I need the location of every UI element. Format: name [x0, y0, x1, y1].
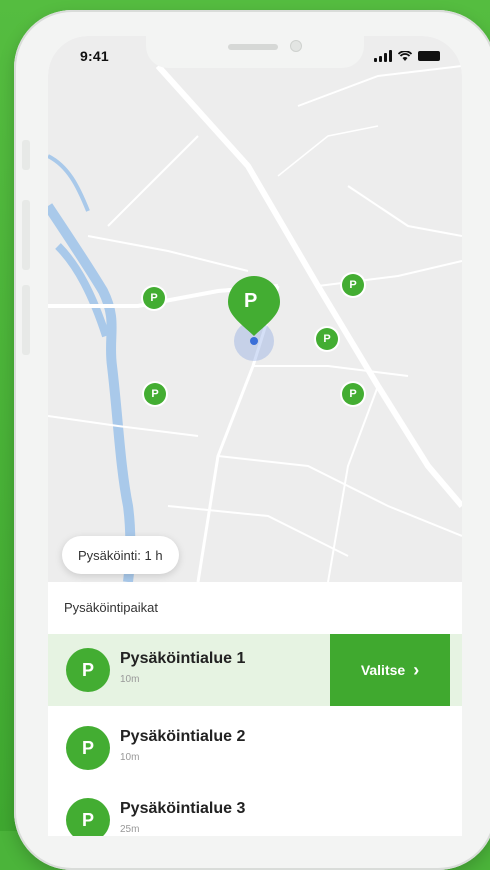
parking-duration-pill[interactable]: Pysäköinti: 1 h: [62, 536, 179, 574]
select-button-label: Valitse: [360, 662, 406, 678]
list-item-distance: 10m: [120, 674, 140, 685]
front-camera: [290, 40, 302, 52]
parking-marker[interactable]: P: [144, 383, 166, 405]
parking-badge-icon: P: [66, 798, 110, 836]
status-time: 9:41: [80, 48, 109, 64]
parking-marker[interactable]: P: [143, 287, 165, 309]
main-pin-label: P: [244, 290, 258, 312]
select-button[interactable]: Valitse ›: [330, 634, 450, 706]
speaker: [228, 44, 278, 50]
list-item-name: Pysäköintialue 3: [120, 800, 246, 817]
notch: [146, 36, 364, 68]
location-dot-icon: [250, 337, 258, 345]
signal-icon: [374, 50, 392, 62]
list-item-name: Pysäköintialue 2: [120, 728, 246, 745]
mute-switch: [22, 140, 30, 170]
river: [48, 203, 136, 582]
list-item[interactable]: P Pysäköintialue 2 10m: [48, 712, 462, 784]
list-item[interactable]: P Pysäköintialue 1 10m Valitse ›: [48, 634, 462, 706]
volume-down-button: [22, 285, 30, 355]
status-icons: [374, 50, 440, 62]
battery-icon: [418, 51, 440, 61]
stream: [48, 154, 90, 212]
list-title: Pysäköintipaikat: [64, 600, 158, 615]
volume-up-button: [22, 200, 30, 270]
list-item-distance: 25m: [120, 824, 140, 835]
map-view[interactable]: P P P P P P Pysäköinti: 1 h: [48, 36, 462, 582]
chevron-right-icon: ›: [413, 659, 420, 680]
parking-marker[interactable]: P: [342, 274, 364, 296]
parking-badge-icon: P: [66, 648, 110, 692]
wifi-icon: [398, 50, 412, 61]
list-item[interactable]: P Pysäköintialue 3 25m: [48, 784, 462, 836]
app-screen: P P P P P P Pysäköinti: 1 h 9:41 Pysäköi…: [48, 36, 462, 836]
list-item-name: Pysäköintialue 1: [120, 650, 246, 667]
parking-marker[interactable]: P: [316, 328, 338, 350]
parking-badge-icon: P: [66, 726, 110, 770]
parking-marker[interactable]: P: [342, 383, 364, 405]
list-item-distance: 10m: [120, 752, 140, 763]
